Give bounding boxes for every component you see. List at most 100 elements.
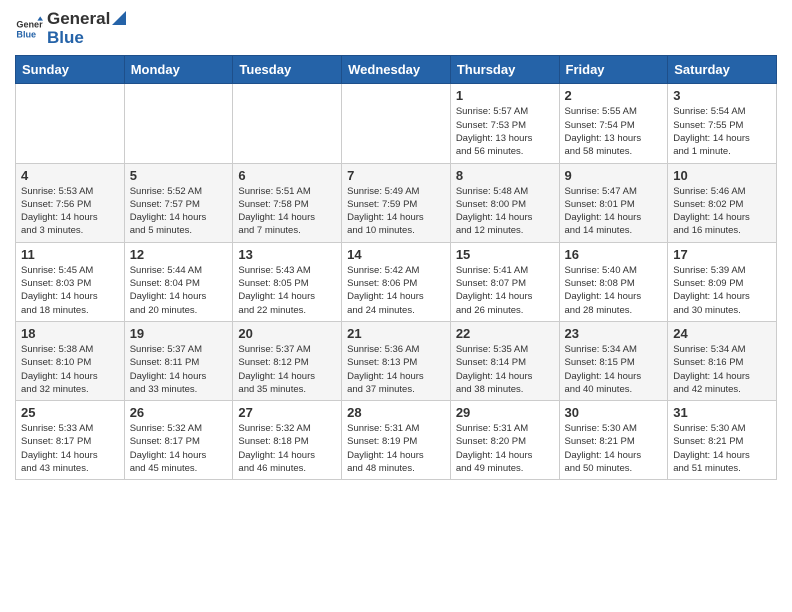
day-info: Sunrise: 5:38 AM Sunset: 8:10 PM Dayligh… (21, 343, 119, 396)
week-row-2: 4 Sunrise: 5:53 AM Sunset: 7:56 PM Daylig… (16, 163, 777, 242)
day-number: 2 (565, 88, 663, 103)
weekday-header-wednesday: Wednesday (342, 56, 451, 84)
calendar-cell: 6Sunrise: 5:51 AM Sunset: 7:58 PM Daylig… (233, 163, 342, 242)
calendar-cell: 20Sunrise: 5:37 AM Sunset: 8:12 PM Dayli… (233, 321, 342, 400)
day-number: 10 (673, 168, 771, 183)
day-number: 20 (238, 326, 336, 341)
calendar-cell (16, 84, 125, 163)
day-info: Sunrise: 5:53 AM Sunset: 7:56 PM Dayligh… (21, 185, 119, 238)
day-info: Sunrise: 5:54 AM Sunset: 7:55 PM Dayligh… (673, 105, 771, 158)
day-number: 23 (565, 326, 663, 341)
calendar-cell: 31 Sunrise: 5:30 AM Sunset: 8:21 PM Dayli… (668, 401, 777, 480)
calendar-cell: 23 Sunrise: 5:34 AM Sunset: 8:15 PM Dayli… (559, 321, 668, 400)
day-number: 18 (21, 326, 119, 341)
day-info: Sunrise: 5:55 AM Sunset: 7:54 PM Dayligh… (565, 105, 663, 158)
svg-text:General: General (16, 19, 43, 29)
day-info: Sunrise: 5:33 AM Sunset: 8:17 PM Dayligh… (21, 422, 119, 475)
calendar-cell: 9Sunrise: 5:47 AM Sunset: 8:01 PM Daylig… (559, 163, 668, 242)
day-info: Sunrise: 5:39 AM Sunset: 8:09 PM Dayligh… (673, 264, 771, 317)
day-number: 25 (21, 405, 119, 420)
day-info: Sunrise: 5:43 AM Sunset: 8:05 PM Dayligh… (238, 264, 336, 317)
day-info: Sunrise: 5:30 AM Sunset: 8:21 PM Dayligh… (565, 422, 663, 475)
day-info: Sunrise: 5:35 AM Sunset: 8:14 PM Dayligh… (456, 343, 554, 396)
week-row-3: 11Sunrise: 5:45 AM Sunset: 8:03 PM Dayli… (16, 242, 777, 321)
day-number: 14 (347, 247, 445, 262)
day-info: Sunrise: 5:31 AM Sunset: 8:20 PM Dayligh… (456, 422, 554, 475)
day-info: Sunrise: 5:34 AM Sunset: 8:15 PM Dayligh… (565, 343, 663, 396)
day-info: Sunrise: 5:41 AM Sunset: 8:07 PM Dayligh… (456, 264, 554, 317)
day-info: Sunrise: 5:46 AM Sunset: 8:02 PM Dayligh… (673, 185, 771, 238)
day-info: Sunrise: 5:52 AM Sunset: 7:57 PM Dayligh… (130, 185, 228, 238)
day-number: 30 (565, 405, 663, 420)
day-info: Sunrise: 5:49 AM Sunset: 7:59 PM Dayligh… (347, 185, 445, 238)
logo-general-text: General (47, 10, 110, 29)
weekday-header-sunday: Sunday (16, 56, 125, 84)
calendar-cell: 5 Sunrise: 5:52 AM Sunset: 7:57 PM Daylig… (124, 163, 233, 242)
page-header: General Blue General Blue (15, 10, 777, 47)
calendar-cell: 29 Sunrise: 5:31 AM Sunset: 8:20 PM Dayli… (450, 401, 559, 480)
calendar-cell: 30 Sunrise: 5:30 AM Sunset: 8:21 PM Dayli… (559, 401, 668, 480)
calendar-cell: 19 Sunrise: 5:37 AM Sunset: 8:11 PM Dayli… (124, 321, 233, 400)
calendar-cell: 14Sunrise: 5:42 AM Sunset: 8:06 PM Dayli… (342, 242, 451, 321)
week-row-4: 18 Sunrise: 5:38 AM Sunset: 8:10 PM Dayli… (16, 321, 777, 400)
calendar-cell: 11Sunrise: 5:45 AM Sunset: 8:03 PM Dayli… (16, 242, 125, 321)
calendar-cell: 17Sunrise: 5:39 AM Sunset: 8:09 PM Dayli… (668, 242, 777, 321)
day-info: Sunrise: 5:40 AM Sunset: 8:08 PM Dayligh… (565, 264, 663, 317)
calendar-cell: 2 Sunrise: 5:55 AM Sunset: 7:54 PM Daylig… (559, 84, 668, 163)
weekday-header-friday: Friday (559, 56, 668, 84)
day-number: 27 (238, 405, 336, 420)
week-row-5: 25 Sunrise: 5:33 AM Sunset: 8:17 PM Dayli… (16, 401, 777, 480)
logo-icon: General Blue (15, 15, 43, 43)
calendar-cell: 27 Sunrise: 5:32 AM Sunset: 8:18 PM Dayli… (233, 401, 342, 480)
day-number: 29 (456, 405, 554, 420)
day-info: Sunrise: 5:57 AM Sunset: 7:53 PM Dayligh… (456, 105, 554, 158)
day-info: Sunrise: 5:48 AM Sunset: 8:00 PM Dayligh… (456, 185, 554, 238)
day-number: 4 (21, 168, 119, 183)
day-info: Sunrise: 5:36 AM Sunset: 8:13 PM Dayligh… (347, 343, 445, 396)
day-info: Sunrise: 5:30 AM Sunset: 8:21 PM Dayligh… (673, 422, 771, 475)
day-number: 21 (347, 326, 445, 341)
day-info: Sunrise: 5:37 AM Sunset: 8:11 PM Dayligh… (130, 343, 228, 396)
day-number: 26 (130, 405, 228, 420)
day-info: Sunrise: 5:47 AM Sunset: 8:01 PM Dayligh… (565, 185, 663, 238)
weekday-header-saturday: Saturday (668, 56, 777, 84)
logo-blue-text: Blue (47, 29, 126, 48)
calendar-cell: 21 Sunrise: 5:36 AM Sunset: 8:13 PM Dayli… (342, 321, 451, 400)
weekday-header-thursday: Thursday (450, 56, 559, 84)
week-row-1: 1 Sunrise: 5:57 AM Sunset: 7:53 PM Daylig… (16, 84, 777, 163)
day-number: 13 (238, 247, 336, 262)
calendar-cell: 4 Sunrise: 5:53 AM Sunset: 7:56 PM Daylig… (16, 163, 125, 242)
calendar-cell (124, 84, 233, 163)
calendar-cell: 15Sunrise: 5:41 AM Sunset: 8:07 PM Dayli… (450, 242, 559, 321)
day-number: 1 (456, 88, 554, 103)
day-info: Sunrise: 5:32 AM Sunset: 8:18 PM Dayligh… (238, 422, 336, 475)
day-number: 11 (21, 247, 119, 262)
day-info: Sunrise: 5:51 AM Sunset: 7:58 PM Dayligh… (238, 185, 336, 238)
day-number: 19 (130, 326, 228, 341)
calendar-table: SundayMondayTuesdayWednesdayThursdayFrid… (15, 55, 777, 480)
day-number: 28 (347, 405, 445, 420)
calendar-cell: 3Sunrise: 5:54 AM Sunset: 7:55 PM Daylig… (668, 84, 777, 163)
day-number: 16 (565, 247, 663, 262)
day-info: Sunrise: 5:44 AM Sunset: 8:04 PM Dayligh… (130, 264, 228, 317)
calendar-cell (233, 84, 342, 163)
day-number: 12 (130, 247, 228, 262)
weekday-header-tuesday: Tuesday (233, 56, 342, 84)
day-info: Sunrise: 5:34 AM Sunset: 8:16 PM Dayligh… (673, 343, 771, 396)
calendar-cell: 16 Sunrise: 5:40 AM Sunset: 8:08 PM Dayli… (559, 242, 668, 321)
day-number: 24 (673, 326, 771, 341)
calendar-cell: 13 Sunrise: 5:43 AM Sunset: 8:05 PM Dayli… (233, 242, 342, 321)
day-number: 7 (347, 168, 445, 183)
calendar-cell: 10 Sunrise: 5:46 AM Sunset: 8:02 PM Dayli… (668, 163, 777, 242)
calendar-cell: 7 Sunrise: 5:49 AM Sunset: 7:59 PM Daylig… (342, 163, 451, 242)
logo-triangle (112, 11, 126, 25)
day-number: 8 (456, 168, 554, 183)
day-info: Sunrise: 5:32 AM Sunset: 8:17 PM Dayligh… (130, 422, 228, 475)
day-info: Sunrise: 5:31 AM Sunset: 8:19 PM Dayligh… (347, 422, 445, 475)
calendar-cell: 22Sunrise: 5:35 AM Sunset: 8:14 PM Dayli… (450, 321, 559, 400)
weekday-header-row: SundayMondayTuesdayWednesdayThursdayFrid… (16, 56, 777, 84)
calendar-cell: 25 Sunrise: 5:33 AM Sunset: 8:17 PM Dayli… (16, 401, 125, 480)
day-number: 31 (673, 405, 771, 420)
calendar-cell: 8 Sunrise: 5:48 AM Sunset: 8:00 PM Daylig… (450, 163, 559, 242)
day-number: 5 (130, 168, 228, 183)
